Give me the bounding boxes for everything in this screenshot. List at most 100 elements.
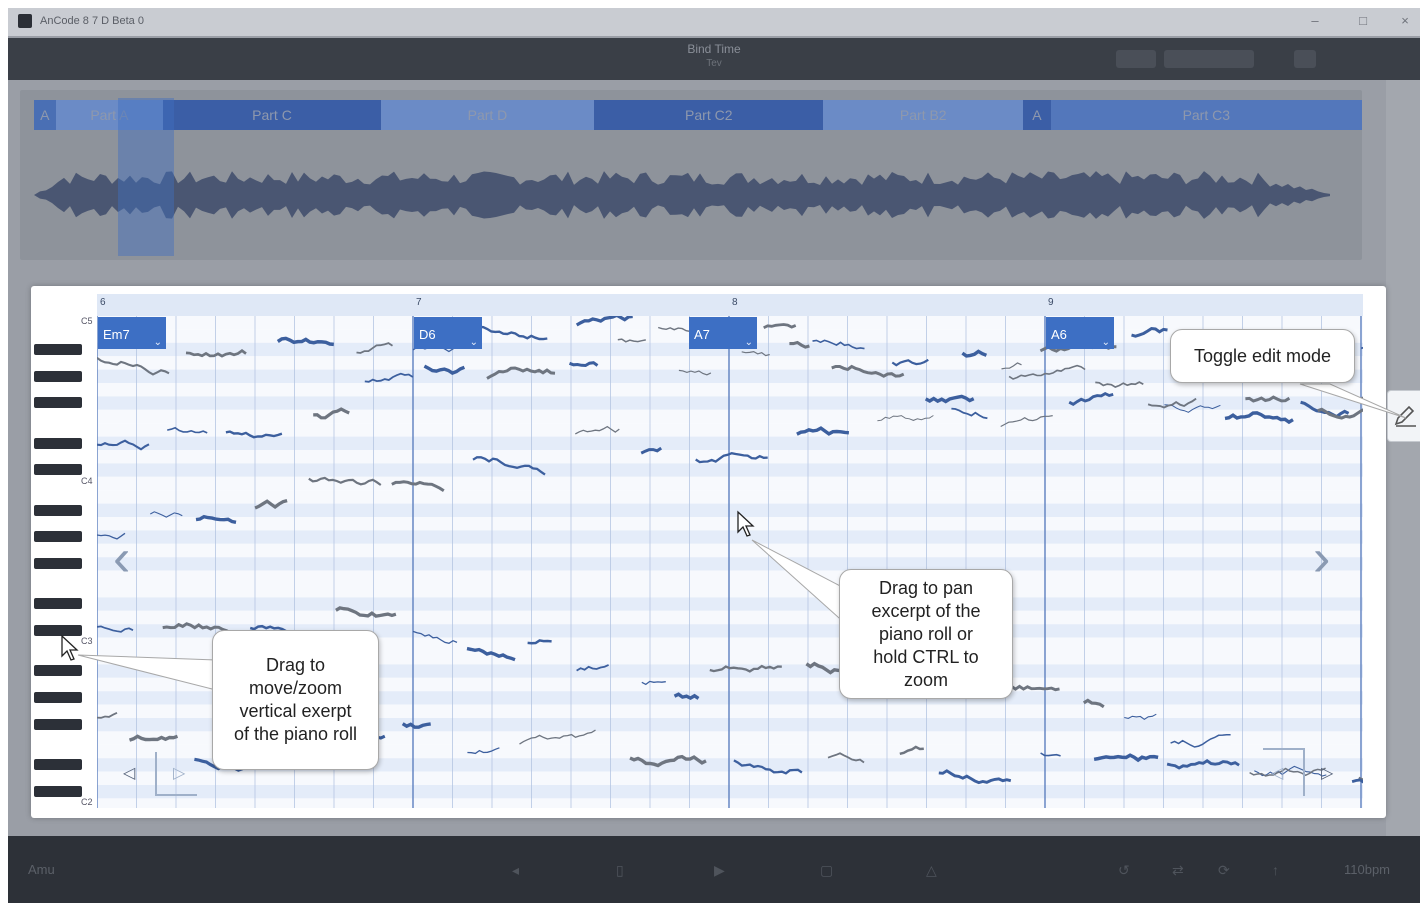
- pitch-row: [97, 570, 1363, 584]
- pitch-row: [97, 771, 1363, 785]
- waveform[interactable]: [34, 150, 1334, 240]
- maximize-button[interactable]: □: [1354, 13, 1372, 29]
- pitch-row: [97, 383, 1363, 397]
- song-overview[interactable]: A Part A Part C Part D Part C2 Part B2 A Part C…: [20, 90, 1363, 260]
- part-sections: A Part A Part C Part D Part C2 Part B2 A Part C…: [34, 100, 1363, 130]
- pitch-row: [97, 436, 1363, 450]
- pitch-row: [97, 463, 1363, 477]
- rewind-icon[interactable]: ◂: [512, 862, 519, 879]
- chord-label: Em7: [103, 327, 130, 342]
- overview-selection-window[interactable]: [118, 98, 174, 256]
- octave-label-c5: C5: [81, 316, 93, 326]
- black-key[interactable]: [34, 598, 82, 610]
- play-icon[interactable]: ▶: [714, 862, 725, 879]
- loop-right-end-icon[interactable]: ▷: [1321, 763, 1333, 783]
- title-bar: AnCode 8 7 D Beta 0 – □ ×: [8, 8, 1420, 36]
- chevron-down-icon[interactable]: ⌄: [1102, 337, 1110, 348]
- black-key[interactable]: [34, 531, 82, 543]
- toolbar-button[interactable]: [1116, 50, 1156, 68]
- part-section[interactable]: Part D: [380, 100, 595, 130]
- part-section[interactable]: Part C2: [594, 100, 824, 130]
- chord-d6[interactable]: D6 ⌄: [414, 317, 482, 349]
- callout-line: vertical exerpt: [239, 701, 352, 721]
- octave-label-c4: C4: [81, 476, 93, 486]
- chord-a6[interactable]: A6 ⌄: [1046, 317, 1114, 349]
- close-button[interactable]: ×: [1396, 13, 1414, 29]
- octave-label-c2: C2: [81, 797, 93, 807]
- black-key[interactable]: [34, 464, 82, 476]
- help-button[interactable]: [1294, 50, 1316, 68]
- bar-number: 6: [100, 297, 106, 308]
- part-section[interactable]: A: [34, 100, 56, 130]
- chord-a7[interactable]: A7 ⌄: [689, 317, 757, 349]
- loop-icon[interactable]: ↺: [1118, 862, 1130, 879]
- chord-label: D6: [419, 327, 436, 342]
- callout-line: hold CTRL to: [873, 646, 979, 667]
- chevron-down-icon[interactable]: ⌄: [745, 337, 753, 348]
- pitch-row: [97, 785, 1363, 799]
- black-key[interactable]: [34, 370, 82, 382]
- window-title: AnCode 8 7 D Beta 0: [40, 15, 144, 27]
- pitch-row: [97, 476, 1363, 491]
- black-key[interactable]: [34, 437, 82, 449]
- part-section[interactable]: Part C3: [1050, 100, 1363, 130]
- callout-line: Drag to: [265, 655, 326, 675]
- edit-mode-toggle[interactable]: [1387, 390, 1420, 442]
- black-key[interactable]: [34, 343, 82, 355]
- minimize-button[interactable]: –: [1306, 13, 1324, 29]
- part-section[interactable]: A: [1023, 100, 1051, 130]
- pitch-row: [97, 517, 1363, 531]
- loop-left-start-icon[interactable]: ◁: [123, 763, 135, 783]
- previous-page-icon[interactable]: ‹: [113, 528, 130, 588]
- black-key[interactable]: [34, 692, 82, 704]
- black-key[interactable]: [34, 504, 82, 516]
- black-key[interactable]: [34, 719, 82, 730]
- bar-number: 9: [1048, 297, 1054, 308]
- transport-bar: Amu ◂ ▯ ▶ ▢ △ ↺ ⇄ ⟳ ↑ 110bpm: [8, 836, 1420, 903]
- part-section[interactable]: Part B2: [823, 100, 1024, 130]
- black-key[interactable]: [34, 558, 82, 570]
- bar-ruler[interactable]: 6 7 8 9: [97, 294, 1363, 316]
- pitch-row: [97, 423, 1363, 437]
- part-section[interactable]: Part C: [163, 100, 381, 130]
- app-icon: [18, 14, 32, 28]
- instrument-label: Amu: [28, 862, 55, 877]
- toolbar-button[interactable]: [1164, 50, 1254, 68]
- chord-label: A6: [1051, 327, 1067, 342]
- metronome-icon[interactable]: △: [926, 862, 937, 879]
- song-header: Bind Time Tev: [8, 38, 1420, 80]
- stop-icon[interactable]: ▯: [616, 862, 624, 879]
- callout-line: excerpt of the: [871, 600, 981, 621]
- chevron-down-icon[interactable]: ⌄: [470, 337, 478, 348]
- tempo-display[interactable]: 110bpm: [1344, 862, 1390, 877]
- chord-label: A7: [694, 327, 710, 342]
- loop-start-bracket[interactable]: [155, 752, 197, 796]
- mouse-cursor-icon: [61, 634, 79, 661]
- chord-em7[interactable]: Em7 ⌄: [98, 317, 166, 349]
- piano-keyboard[interactable]: C5 C4 C3 C2: [31, 316, 97, 808]
- pitch-row: [97, 530, 1363, 544]
- black-key[interactable]: [34, 665, 82, 677]
- repeat-icon[interactable]: ⟳: [1218, 862, 1230, 879]
- pencil-icon: [1394, 405, 1416, 427]
- callout-line: piano roll or: [878, 623, 974, 644]
- loop-end-bracket[interactable]: [1263, 748, 1305, 796]
- record-icon[interactable]: ▢: [820, 862, 833, 879]
- right-side-panel: [1386, 80, 1420, 840]
- pitch-row: [97, 557, 1363, 571]
- pitch-row: [97, 409, 1363, 424]
- pitch-row: [97, 503, 1363, 517]
- black-key[interactable]: [34, 786, 82, 797]
- chevron-down-icon[interactable]: ⌄: [154, 337, 162, 348]
- callout-drag-to-pan: Drag to pan excerpt of the piano roll or…: [839, 569, 1013, 699]
- shuffle-icon[interactable]: ⇄: [1172, 862, 1184, 879]
- pitch-row: [97, 597, 1363, 611]
- black-key[interactable]: [34, 397, 82, 409]
- tuner-icon[interactable]: ↑: [1272, 862, 1279, 878]
- next-page-icon[interactable]: ›: [1313, 528, 1330, 588]
- callout-drag-to-zoom: Drag to move/zoom vertical exerpt of the…: [212, 630, 379, 770]
- black-key[interactable]: [34, 759, 82, 771]
- pitch-row: [97, 543, 1363, 558]
- bar-number: 7: [416, 297, 422, 308]
- callout-toggle-edit-mode: Toggle edit mode: [1170, 329, 1355, 383]
